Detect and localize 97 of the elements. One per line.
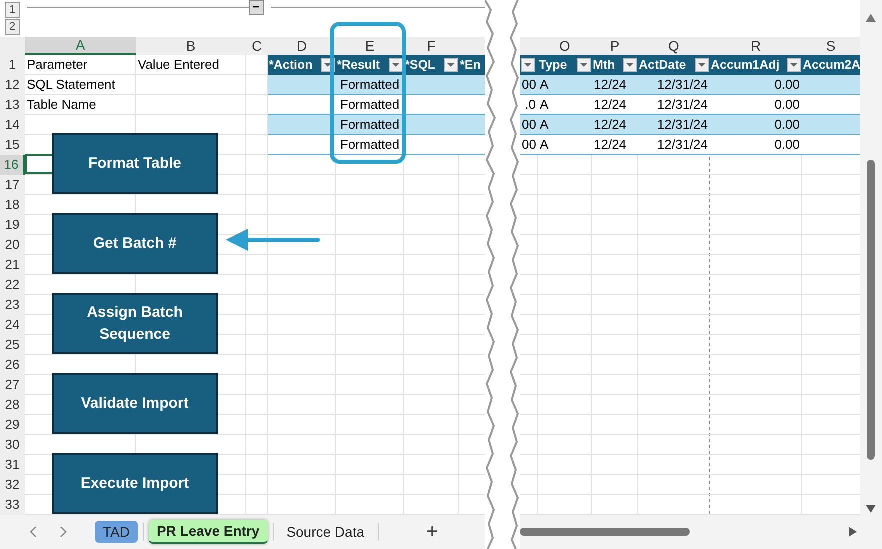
- row-number[interactable]: 25: [0, 335, 25, 355]
- table-cell-text: A: [539, 116, 550, 134]
- row-number[interactable]: 32: [0, 475, 25, 495]
- table-cell-text: A: [539, 136, 550, 154]
- next-sheet-icon[interactable]: [60, 527, 67, 537]
- filter-button[interactable]: [623, 58, 637, 72]
- table-cell-text: 0.00: [774, 96, 801, 114]
- table-cell-text: A: [539, 96, 550, 114]
- scroll-up-icon[interactable]: [866, 14, 876, 22]
- row-number[interactable]: 16: [0, 155, 25, 175]
- outline-level-button[interactable]: 1: [5, 2, 20, 18]
- table-cell-text: Formatted: [339, 96, 401, 114]
- row-number[interactable]: 26: [0, 355, 25, 375]
- table-header: Accum1Adj: [711, 56, 781, 74]
- filter-button[interactable]: [389, 58, 403, 72]
- row-number[interactable]: 30: [0, 435, 25, 455]
- table-cell-text: 12/24: [593, 76, 628, 94]
- table-cell-text: Formatted: [339, 116, 401, 134]
- table-cell-text: 12/31/24: [656, 116, 709, 134]
- row-number[interactable]: 28: [0, 395, 25, 415]
- filter-button[interactable]: [521, 58, 535, 72]
- scrollbar-thumb[interactable]: [867, 160, 875, 460]
- column-header[interactable]: O: [538, 37, 592, 55]
- sheet-tab[interactable]: PR Leave Entry: [148, 520, 268, 544]
- table-cell-text: Formatted: [339, 136, 401, 154]
- table-cell-text: 12/24: [593, 136, 628, 154]
- table-header: *Action: [269, 56, 314, 74]
- scroll-right-icon[interactable]: [849, 527, 857, 537]
- column-header[interactable]: R: [710, 37, 802, 55]
- table-header: Type: [539, 56, 568, 74]
- row-number[interactable]: 13: [0, 95, 25, 115]
- table-cell-text: 0.00: [774, 76, 801, 94]
- collapse-button[interactable]: −: [249, 0, 264, 15]
- macro-button[interactable]: Execute Import: [52, 453, 218, 514]
- row-number[interactable]: 17: [0, 175, 25, 195]
- row-number[interactable]: 29: [0, 415, 25, 435]
- column-header[interactable]: F: [404, 37, 459, 55]
- row-number[interactable]: 24: [0, 315, 25, 335]
- row-number[interactable]: 14: [0, 115, 25, 135]
- sheet-tab[interactable]: TAD: [95, 521, 138, 543]
- table-cell-text: 00: [521, 116, 538, 134]
- table-cell-text: 0.00: [774, 116, 801, 134]
- macro-button[interactable]: Get Batch #: [52, 213, 218, 274]
- column-header[interactable]: Q: [638, 37, 710, 55]
- row-number[interactable]: 19: [0, 215, 25, 235]
- table-cell-text: 12/31/24: [656, 76, 709, 94]
- table-cell-text: 12/24: [593, 116, 628, 134]
- row-number[interactable]: 18: [0, 195, 25, 215]
- column-header[interactable]: S: [802, 37, 860, 55]
- scroll-down-icon[interactable]: [866, 505, 876, 513]
- scrollbar-thumb[interactable]: [520, 528, 690, 536]
- table-cell-text: 12/31/24: [656, 96, 709, 114]
- row-number[interactable]: 20: [0, 235, 25, 255]
- row-number[interactable]: 21: [0, 255, 25, 275]
- row-number[interactable]: 31: [0, 455, 25, 475]
- column-header[interactable]: P: [592, 37, 638, 55]
- column-header[interactable]: A: [25, 37, 136, 55]
- table-cell-text: 00: [521, 136, 538, 154]
- previous-sheet-icon[interactable]: [30, 527, 37, 537]
- column-header[interactable]: B: [136, 37, 246, 55]
- table-cell-text: .0: [524, 96, 537, 114]
- filter-button[interactable]: [787, 58, 801, 72]
- row-number[interactable]: 15: [0, 135, 25, 155]
- row-number[interactable]: 27: [0, 375, 25, 395]
- macro-button[interactable]: Assign Batch Sequence: [52, 293, 218, 354]
- column-header[interactable]: E: [336, 37, 404, 55]
- table-cell-text: Parameter: [26, 56, 89, 74]
- filter-button[interactable]: [577, 58, 591, 72]
- table-cell-text: 12/31/24: [656, 136, 709, 154]
- add-sheet-button[interactable]: +: [422, 520, 442, 544]
- row-number[interactable]: 12: [0, 75, 25, 95]
- macro-button[interactable]: Validate Import: [52, 373, 218, 434]
- table-cell-text: A: [539, 76, 550, 94]
- filter-button[interactable]: [444, 58, 458, 72]
- table-header: *En: [460, 56, 482, 74]
- sheet-tab[interactable]: Source Data: [278, 521, 373, 543]
- row-number[interactable]: 23: [0, 295, 25, 315]
- table-cell-text: SQL Statement: [26, 76, 116, 94]
- column-header[interactable]: C: [246, 37, 268, 55]
- row-number[interactable]: 1: [0, 55, 25, 75]
- macro-button[interactable]: Format Table: [52, 133, 218, 194]
- table-header: Accum2A: [803, 56, 861, 74]
- table-cell-text: Formatted: [339, 76, 401, 94]
- table-header: *SQL: [405, 56, 437, 74]
- table-cell-text: Table Name: [26, 96, 98, 114]
- filter-button[interactable]: [695, 58, 709, 72]
- table-cell-text: 12/24: [593, 96, 628, 114]
- outline-level-button[interactable]: 2: [5, 19, 20, 35]
- row-number[interactable]: 33: [0, 495, 25, 515]
- table-cell-text: 0.00: [774, 136, 801, 154]
- table-header: *Result: [337, 56, 382, 74]
- table-cell-text: 00: [521, 76, 538, 94]
- row-number[interactable]: 22: [0, 275, 25, 295]
- table-header: ActDate: [639, 56, 688, 74]
- table-cell-text: Value Entered: [137, 56, 220, 74]
- table-header: Mth: [593, 56, 616, 74]
- column-header[interactable]: D: [268, 37, 336, 55]
